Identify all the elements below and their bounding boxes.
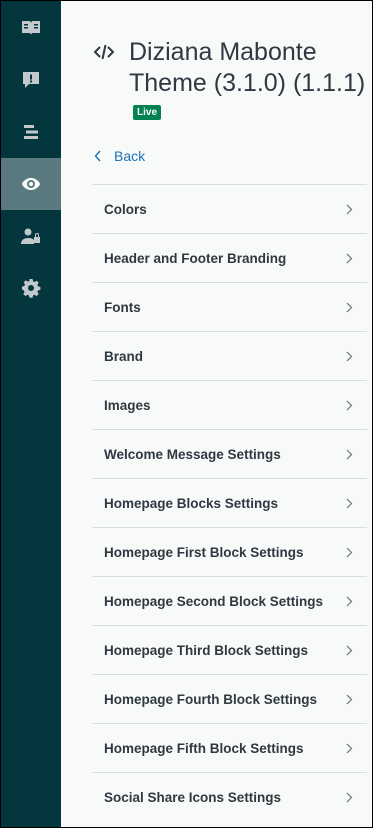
- chevron-right-icon: [346, 400, 353, 410]
- settings-menu-item-label: Images: [104, 397, 151, 413]
- chevron-right-icon: [346, 449, 353, 459]
- rail-item-manage[interactable]: [1, 106, 61, 158]
- chevron-right-icon: [346, 792, 353, 802]
- alert-message-icon: [23, 72, 39, 88]
- settings-menu-item[interactable]: Homepage Second Block Settings: [92, 576, 367, 625]
- title-row: Diziana Mabonte Theme (3.1.0) (1.1.1) Liv…: [92, 37, 372, 130]
- theme-name: Diziana Mabonte Theme (3.1.0) (1.1.1): [129, 38, 366, 97]
- settings-menu-item-label: Homepage Fifth Block Settings: [104, 740, 304, 756]
- settings-menu-item[interactable]: Brand: [92, 331, 367, 380]
- side-rail: [1, 1, 61, 827]
- settings-menu: Colors Header and Footer Branding Fonts Bra…: [92, 184, 367, 821]
- chevron-right-icon: [346, 596, 353, 606]
- settings-menu-item[interactable]: Images: [92, 380, 367, 429]
- settings-menu-item-label: Brand: [104, 348, 144, 364]
- settings-menu-item[interactable]: Homepage Fifth Block Settings: [92, 723, 367, 772]
- settings-menu-item[interactable]: Homepage Third Block Settings: [92, 625, 367, 674]
- settings-menu-item-label: Homepage First Block Settings: [104, 544, 304, 560]
- chevron-right-icon: [346, 253, 353, 263]
- back-label: Back: [114, 148, 146, 164]
- rail-item-customize[interactable]: [1, 158, 61, 210]
- eye-icon: [22, 178, 40, 190]
- settings-menu-item[interactable]: Welcome Message Settings: [92, 429, 367, 478]
- chevron-right-icon: [346, 547, 353, 557]
- align-bars-icon: [24, 125, 38, 139]
- chevron-right-icon: [346, 204, 353, 214]
- settings-menu-item[interactable]: Social Share Icons Settings: [92, 772, 367, 821]
- chevron-right-icon: [346, 743, 353, 753]
- rail-item-support[interactable]: [1, 54, 61, 106]
- code-icon: [93, 41, 115, 63]
- chevron-right-icon: [346, 498, 353, 508]
- settings-menu-item-label: Fonts: [104, 299, 141, 315]
- settings-menu-item-label: Social Share Icons Settings: [104, 789, 282, 805]
- live-badge: Live: [133, 104, 162, 120]
- rail-item-permissions[interactable]: [1, 210, 61, 262]
- settings-menu-item[interactable]: Colors: [92, 184, 367, 233]
- settings-menu-item-label: Colors: [104, 201, 147, 217]
- settings-menu-item[interactable]: Header and Footer Branding: [92, 233, 367, 282]
- gear-icon: [22, 279, 41, 298]
- settings-menu-item[interactable]: Homepage Fourth Block Settings: [92, 674, 367, 723]
- page-title: Diziana Mabonte Theme (3.1.0) (1.1.1) Liv…: [129, 37, 369, 130]
- theme-settings-panel: Diziana Mabonte Theme (3.1.0) (1.1.1) Liv…: [61, 1, 372, 827]
- settings-menu-item-label: Header and Footer Branding: [104, 250, 287, 266]
- user-lock-icon: [21, 228, 40, 244]
- settings-menu-item-label: Welcome Message Settings: [104, 446, 281, 462]
- settings-menu-item-label: Homepage Second Block Settings: [104, 593, 324, 609]
- back-link[interactable]: Back: [94, 146, 372, 166]
- chevron-right-icon: [346, 351, 353, 361]
- settings-menu-item-label: Homepage Blocks Settings: [104, 495, 279, 511]
- settings-menu-item-label: Homepage Third Block Settings: [104, 642, 309, 658]
- settings-menu-item[interactable]: Homepage Blocks Settings: [92, 478, 367, 527]
- book-icon: [22, 21, 40, 35]
- chevron-left-icon: [94, 150, 101, 162]
- settings-menu-item-label: Homepage Fourth Block Settings: [104, 691, 318, 707]
- chevron-right-icon: [346, 302, 353, 312]
- app-frame: Diziana Mabonte Theme (3.1.0) (1.1.1) Liv…: [0, 0, 373, 828]
- rail-item-guide[interactable]: [1, 2, 61, 54]
- chevron-right-icon: [346, 645, 353, 655]
- settings-menu-item[interactable]: Homepage First Block Settings: [92, 527, 367, 576]
- chevron-right-icon: [346, 694, 353, 704]
- settings-menu-item[interactable]: Fonts: [92, 282, 367, 331]
- rail-item-settings[interactable]: [1, 262, 61, 314]
